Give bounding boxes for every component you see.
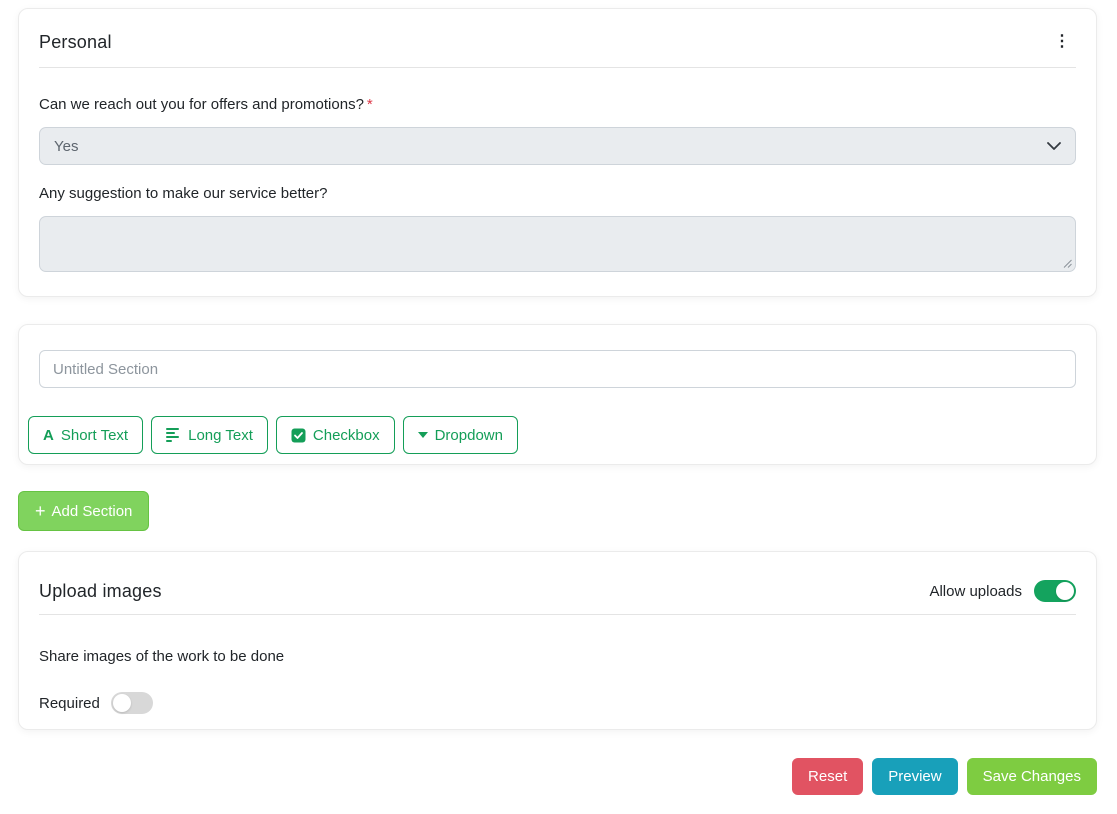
upload-images-card: Upload images Allow uploads Share images… bbox=[18, 551, 1097, 730]
field-button-label: Checkbox bbox=[313, 427, 380, 444]
required-toggle[interactable] bbox=[111, 692, 153, 714]
section-title-input[interactable] bbox=[39, 350, 1076, 388]
chevron-down-icon bbox=[1047, 142, 1061, 150]
plus-icon: + bbox=[35, 502, 46, 520]
header-divider bbox=[39, 67, 1076, 68]
caret-down-icon bbox=[418, 432, 428, 438]
allow-uploads-label: Allow uploads bbox=[929, 583, 1022, 600]
upload-description: Share images of the work to be done bbox=[39, 648, 1076, 666]
save-changes-button[interactable]: Save Changes bbox=[967, 758, 1097, 795]
checkbox-button[interactable]: Checkbox bbox=[276, 416, 395, 454]
add-section-button[interactable]: + Add Section bbox=[18, 491, 149, 531]
question-text: Any suggestion to make our service bette… bbox=[39, 185, 328, 202]
upload-card-header: Upload images Allow uploads bbox=[39, 580, 1076, 602]
required-control: Required bbox=[39, 692, 1076, 714]
short-text-button[interactable]: A Short Text bbox=[28, 416, 143, 454]
toggle-knob bbox=[1056, 582, 1074, 600]
checkbox-checked-icon bbox=[291, 428, 306, 443]
personal-section-card: Personal ⋮ Can we reach out you for offe… bbox=[18, 8, 1097, 297]
required-asterisk: * bbox=[367, 96, 373, 113]
header-divider bbox=[39, 614, 1076, 615]
suggestion-textarea bbox=[39, 216, 1076, 272]
question-label-promotions: Can we reach out you for offers and prom… bbox=[39, 96, 1076, 114]
long-text-button[interactable]: Long Text bbox=[151, 416, 268, 454]
add-section-label: Add Section bbox=[52, 503, 133, 520]
required-label: Required bbox=[39, 695, 100, 712]
promotions-select: Yes bbox=[39, 127, 1076, 165]
section-title: Personal bbox=[39, 31, 112, 53]
reset-button[interactable]: Reset bbox=[792, 758, 863, 795]
select-value: Yes bbox=[54, 138, 78, 155]
question-text: Can we reach out you for offers and prom… bbox=[39, 96, 364, 113]
preview-button[interactable]: Preview bbox=[872, 758, 957, 795]
personal-card-header: Personal ⋮ bbox=[39, 31, 1076, 53]
field-button-label: Long Text bbox=[188, 427, 253, 444]
text-lines-icon bbox=[166, 428, 181, 442]
upload-card-title: Upload images bbox=[39, 580, 162, 602]
question-label-suggestion: Any suggestion to make our service bette… bbox=[39, 185, 1076, 203]
section-menu-button[interactable]: ⋮ bbox=[1048, 32, 1076, 52]
field-button-label: Dropdown bbox=[435, 427, 503, 444]
untitled-section-card: A Short Text Long Text Checkbox Dropdown bbox=[18, 324, 1097, 465]
allow-uploads-toggle[interactable] bbox=[1034, 580, 1076, 602]
dropdown-button[interactable]: Dropdown bbox=[403, 416, 518, 454]
footer-actions: Reset Preview Save Changes bbox=[18, 758, 1097, 795]
letter-a-icon: A bbox=[43, 428, 54, 443]
field-button-label: Short Text bbox=[61, 427, 128, 444]
resize-handle-icon bbox=[1062, 258, 1072, 268]
toggle-knob bbox=[113, 694, 131, 712]
allow-uploads-control: Allow uploads bbox=[929, 580, 1076, 602]
field-type-buttons: A Short Text Long Text Checkbox Dropdown bbox=[28, 416, 1076, 454]
kebab-menu-icon: ⋮ bbox=[1054, 33, 1070, 50]
